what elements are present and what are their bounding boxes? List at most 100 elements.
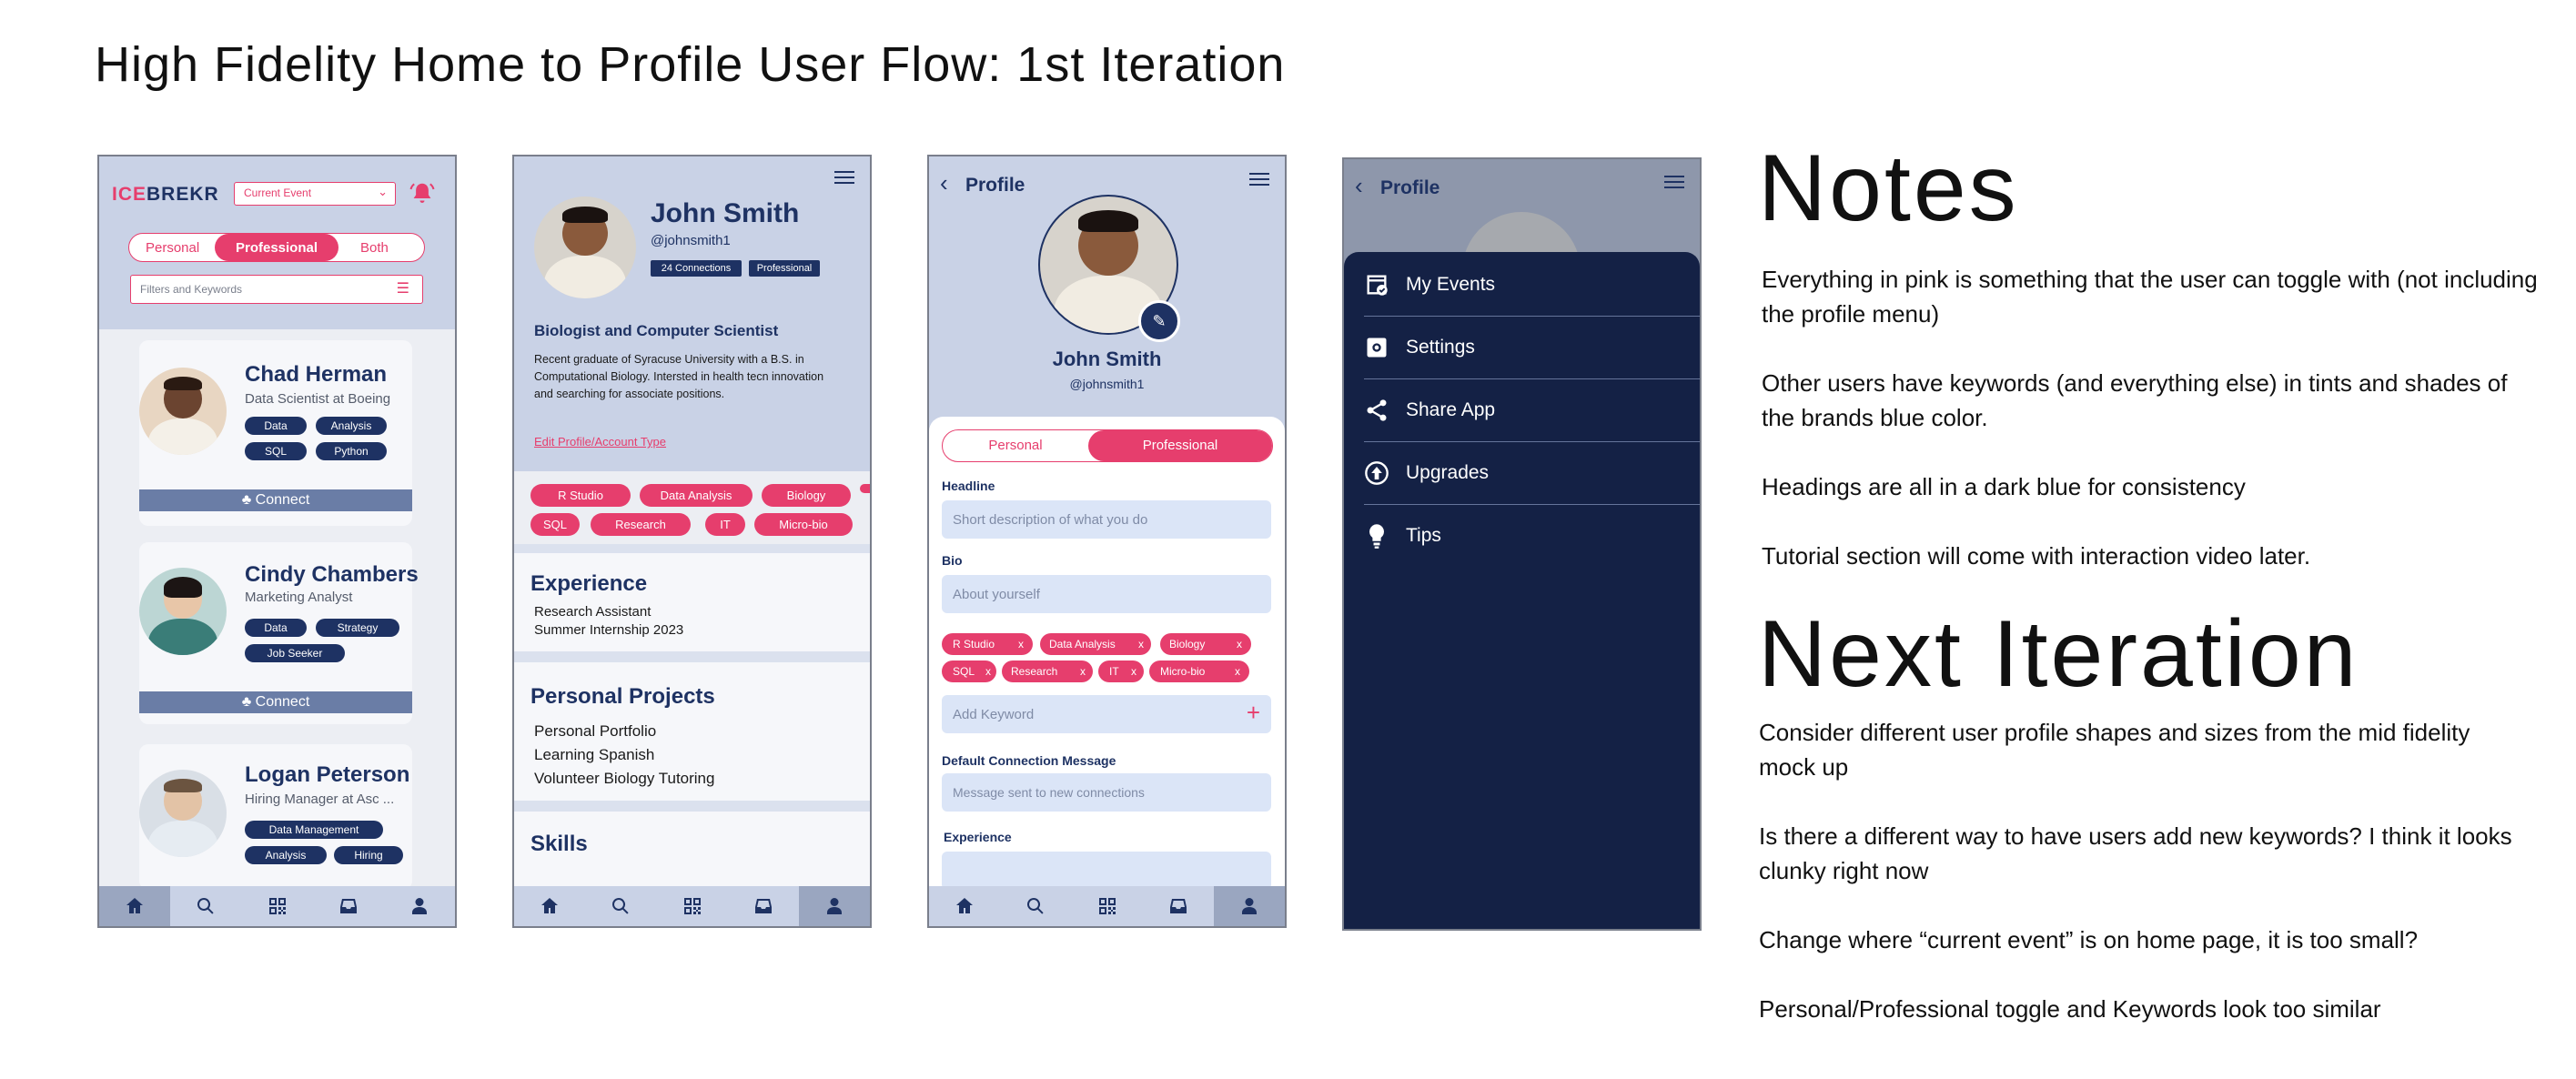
- keyword-chip[interactable]: Micro-bio x: [1149, 661, 1249, 682]
- search-icon[interactable]: [585, 886, 656, 926]
- chevron-down-icon: ⌄: [378, 185, 388, 198]
- qr-code-icon[interactable]: [1071, 886, 1142, 926]
- user-role: Marketing Analyst: [245, 590, 353, 605]
- keyword-chip: SQL: [530, 513, 580, 536]
- edit-pencil-icon[interactable]: ✎: [1138, 300, 1180, 342]
- event-select[interactable]: Current Event ⌄: [234, 182, 396, 206]
- remove-icon: x: [1237, 638, 1242, 650]
- keyword-chip[interactable]: R Studio x: [942, 633, 1033, 655]
- edit-profile-screen: ‹ Profile ✎ John Smith @johnsmith1 Perso…: [927, 155, 1287, 928]
- notes-heading: Notes: [1758, 136, 2019, 241]
- edit-profile-link[interactable]: Edit Profile/Account Type: [534, 435, 666, 449]
- profile-icon[interactable]: [384, 886, 455, 926]
- user-name: Cindy Chambers: [245, 562, 419, 587]
- header-title: Profile: [1380, 177, 1440, 198]
- filter-input[interactable]: Filters and Keywords ☰: [130, 275, 423, 304]
- home-icon[interactable]: [929, 886, 1000, 926]
- keyword-tag: Hiring: [334, 846, 403, 864]
- keyword-tag: Strategy: [316, 619, 399, 637]
- user-name: Chad Herman: [245, 362, 388, 387]
- headline-input[interactable]: Short description of what you do: [942, 500, 1271, 539]
- gear-icon: [1367, 338, 1387, 358]
- sliders-icon[interactable]: ☰: [397, 279, 409, 297]
- remove-icon: x: [1235, 665, 1240, 678]
- home-icon[interactable]: [514, 886, 585, 926]
- search-icon[interactable]: [170, 886, 241, 926]
- mode-toggle[interactable]: Personal Professional Both: [128, 233, 425, 262]
- keyword-tag: Analysis: [316, 417, 387, 435]
- next-item: Consider different user profile shapes a…: [1759, 719, 2470, 781]
- add-keyword-input[interactable]: Add Keyword +: [942, 695, 1271, 733]
- keyword-chip: Data Analysis: [640, 484, 753, 507]
- profile-icon[interactable]: [1213, 886, 1285, 926]
- keyword-tag: Python: [316, 442, 387, 460]
- user-role: Hiring Manager at Asc ...: [245, 792, 395, 807]
- bottom-nav: [99, 886, 455, 926]
- menu-item-my-events[interactable]: My Events: [1364, 254, 1700, 316]
- menu-item-settings[interactable]: Settings: [1364, 317, 1700, 378]
- next-item: Personal/Professional toggle and Keyword…: [1759, 995, 2381, 1023]
- toggle-personal[interactable]: Personal: [943, 438, 1088, 453]
- keyword-chip: IT: [705, 513, 745, 536]
- connect-button[interactable]: ♣ Connect: [139, 691, 412, 713]
- profile-headline: Biologist and Computer Scientist: [534, 322, 779, 339]
- note-item: Everything in pink is something that the…: [1762, 266, 2538, 328]
- experience-input[interactable]: [942, 852, 1271, 890]
- menu-item-tips[interactable]: Tips: [1364, 505, 1700, 567]
- bio-input[interactable]: About yourself: [942, 575, 1271, 613]
- default-message-input[interactable]: Message sent to new connections: [942, 773, 1271, 812]
- keyword-chip: Research: [591, 513, 691, 536]
- profile-handle: @johnsmith1: [651, 233, 731, 248]
- toggle-professional[interactable]: Professional: [215, 240, 338, 256]
- connect-button[interactable]: ♣ Connect: [139, 489, 412, 511]
- projects-section: Personal Projects Personal Portfolio Lea…: [514, 662, 870, 801]
- app-logo: ICEBREKR: [112, 184, 219, 205]
- toggle-personal[interactable]: Personal: [146, 240, 199, 256]
- keyword-chip[interactable]: IT x: [1098, 661, 1144, 682]
- inbox-icon[interactable]: [313, 886, 384, 926]
- menu-icon[interactable]: [1664, 176, 1684, 190]
- keyword-tag: Data: [245, 417, 307, 435]
- keyword-tag: SQL: [245, 442, 307, 460]
- account-type-badge: Professional: [749, 260, 820, 277]
- keyword-chip[interactable]: Biology x: [1160, 633, 1251, 655]
- profile-avatar: [534, 197, 636, 298]
- search-icon[interactable]: [1000, 886, 1071, 926]
- keyword-chip[interactable]: SQL x: [942, 661, 996, 682]
- menu-item-share-app[interactable]: Share App: [1364, 379, 1700, 441]
- keyword-chip[interactable]: Data Analysis x: [1040, 633, 1151, 655]
- menu-icon[interactable]: [1249, 173, 1269, 187]
- user-role: Data Scientist at Boeing: [245, 391, 391, 407]
- keyword-chip[interactable]: Research x: [1002, 661, 1093, 682]
- profile-bio: Recent graduate of Syracuse University w…: [534, 353, 824, 400]
- qr-code-icon[interactable]: [241, 886, 312, 926]
- user-card[interactable]: Chad Herman Data Scientist at Boeing Dat…: [139, 340, 412, 526]
- page-title: High Fidelity Home to Profile User Flow:…: [95, 37, 1286, 92]
- qr-code-icon[interactable]: [656, 886, 727, 926]
- toggle-both[interactable]: Both: [360, 240, 389, 256]
- remove-icon: x: [985, 665, 991, 678]
- user-card[interactable]: Cindy Chambers Marketing Analyst Data St…: [139, 542, 419, 724]
- home-icon[interactable]: [99, 886, 171, 926]
- back-icon[interactable]: ‹: [940, 169, 948, 197]
- user-card[interactable]: Logan Peterson Hiring Manager at Asc ...…: [139, 744, 412, 890]
- next-iteration-heading: Next Iteration: [1758, 601, 2359, 707]
- keyword-tag: Analysis: [245, 846, 327, 864]
- menu-icon[interactable]: [834, 171, 854, 186]
- inbox-icon[interactable]: [1143, 886, 1214, 926]
- lightbulb-icon: [1369, 524, 1385, 549]
- note-item: Other users have keywords (and everythin…: [1762, 369, 2508, 431]
- mode-toggle[interactable]: Personal Professional: [942, 429, 1273, 462]
- toggle-professional[interactable]: Professional: [1088, 438, 1272, 453]
- profile-name: John Smith: [651, 198, 800, 228]
- add-icon[interactable]: +: [1247, 699, 1260, 727]
- bell-icon[interactable]: [409, 180, 436, 207]
- bottom-nav: [514, 886, 870, 926]
- inbox-icon[interactable]: [728, 886, 799, 926]
- menu-item-upgrades[interactable]: Upgrades: [1364, 442, 1700, 504]
- skills-section: Skills: [514, 812, 870, 893]
- upgrade-icon: [1365, 461, 1389, 485]
- keyword-tag: Job Seeker: [245, 644, 345, 662]
- back-icon[interactable]: ‹: [1355, 172, 1363, 200]
- profile-icon[interactable]: [798, 886, 870, 926]
